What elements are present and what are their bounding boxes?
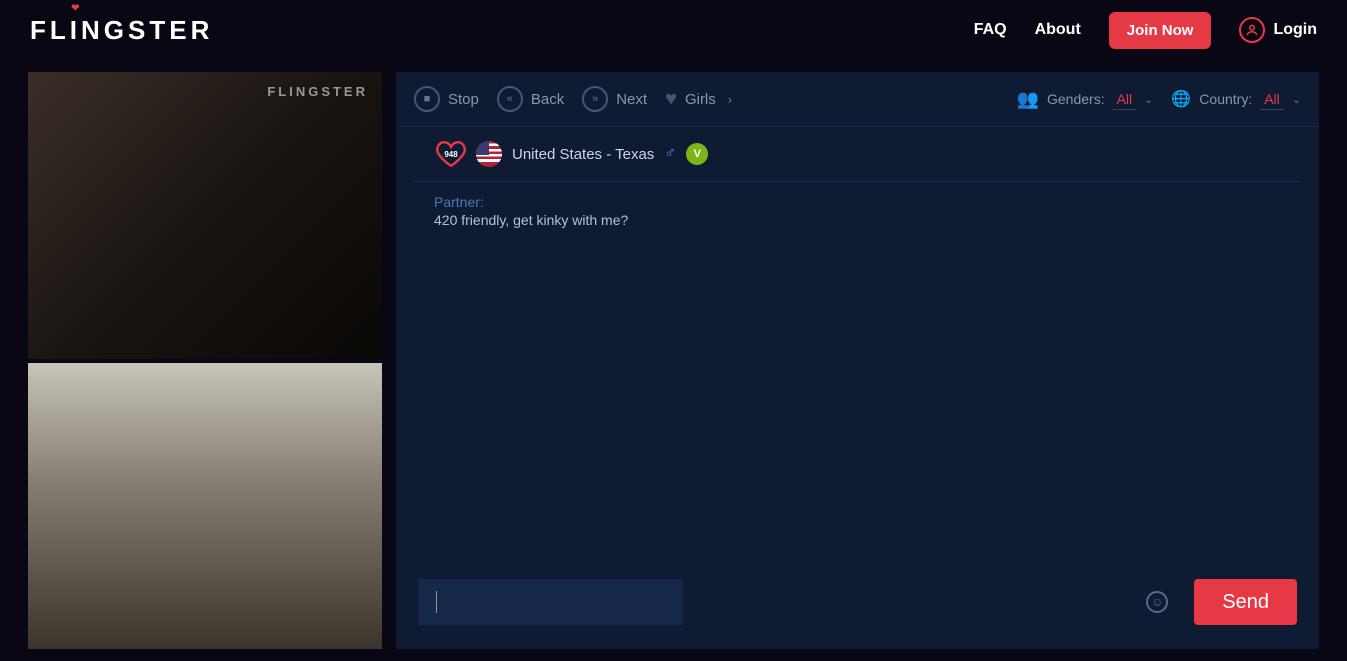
self-video[interactable] xyxy=(28,363,382,650)
chevron-down-icon: ⌄ xyxy=(1292,93,1301,106)
nav-faq[interactable]: FAQ xyxy=(974,21,1007,39)
back-button[interactable]: « Back xyxy=(497,86,564,112)
message-input[interactable] xyxy=(418,579,683,625)
people-icon: 👥 xyxy=(1017,89,1039,110)
main: FLINGSTER ■ Stop « Back » Next ♥ xyxy=(0,60,1347,661)
stop-button[interactable]: ■ Stop xyxy=(414,86,479,112)
message-sender: Partner: xyxy=(434,194,1281,210)
next-button[interactable]: » Next xyxy=(582,86,647,112)
login-label: Login xyxy=(1273,21,1317,39)
join-button[interactable]: Join Now xyxy=(1109,12,1212,49)
country-filter[interactable]: 🌐 Country: All ⌄ xyxy=(1171,89,1301,110)
next-icon: » xyxy=(582,86,608,112)
like-badge[interactable]: 948 xyxy=(436,141,466,167)
back-icon: « xyxy=(497,86,523,112)
nav-about[interactable]: About xyxy=(1035,21,1081,39)
chevron-right-icon: › xyxy=(728,92,732,107)
male-icon: ♂ xyxy=(664,145,676,163)
header: FLINGSTER FAQ About Join Now Login xyxy=(0,0,1347,60)
chevron-down-icon: ⌄ xyxy=(1144,93,1153,106)
logo[interactable]: FLINGSTER xyxy=(30,15,213,46)
video-column: FLINGSTER xyxy=(28,72,382,649)
partner-location: United States - Texas xyxy=(512,146,654,163)
flag-icon xyxy=(476,141,502,167)
stop-icon: ■ xyxy=(414,86,440,112)
nav: FAQ About Join Now Login xyxy=(974,12,1317,49)
messages-area: Partner: 420 friendly, get kinky with me… xyxy=(396,182,1319,563)
verified-badge: V xyxy=(686,143,708,165)
emoji-icon[interactable]: ☺ xyxy=(1146,591,1168,613)
partner-video[interactable]: FLINGSTER xyxy=(28,72,382,359)
genders-filter[interactable]: 👥 Genders: All ⌄ xyxy=(1017,89,1154,110)
globe-icon: 🌐 xyxy=(1171,89,1191,109)
girls-button[interactable]: ♥ Girls › xyxy=(665,88,732,111)
login-button[interactable]: Login xyxy=(1239,17,1317,43)
user-icon xyxy=(1239,17,1265,43)
chat-panel: ■ Stop « Back » Next ♥ Girls › xyxy=(396,72,1319,649)
message-text: 420 friendly, get kinky with me? xyxy=(434,212,1281,228)
watermark: FLINGSTER xyxy=(267,84,368,99)
send-button[interactable]: Send xyxy=(1194,579,1297,625)
heart-icon: ♥ xyxy=(665,88,677,111)
like-count: 948 xyxy=(444,150,457,159)
chat-toolbar: ■ Stop « Back » Next ♥ Girls › xyxy=(396,72,1319,127)
partner-info: 948 United States - Texas ♂ V xyxy=(414,127,1301,182)
input-row: ☺ Send xyxy=(396,563,1319,649)
